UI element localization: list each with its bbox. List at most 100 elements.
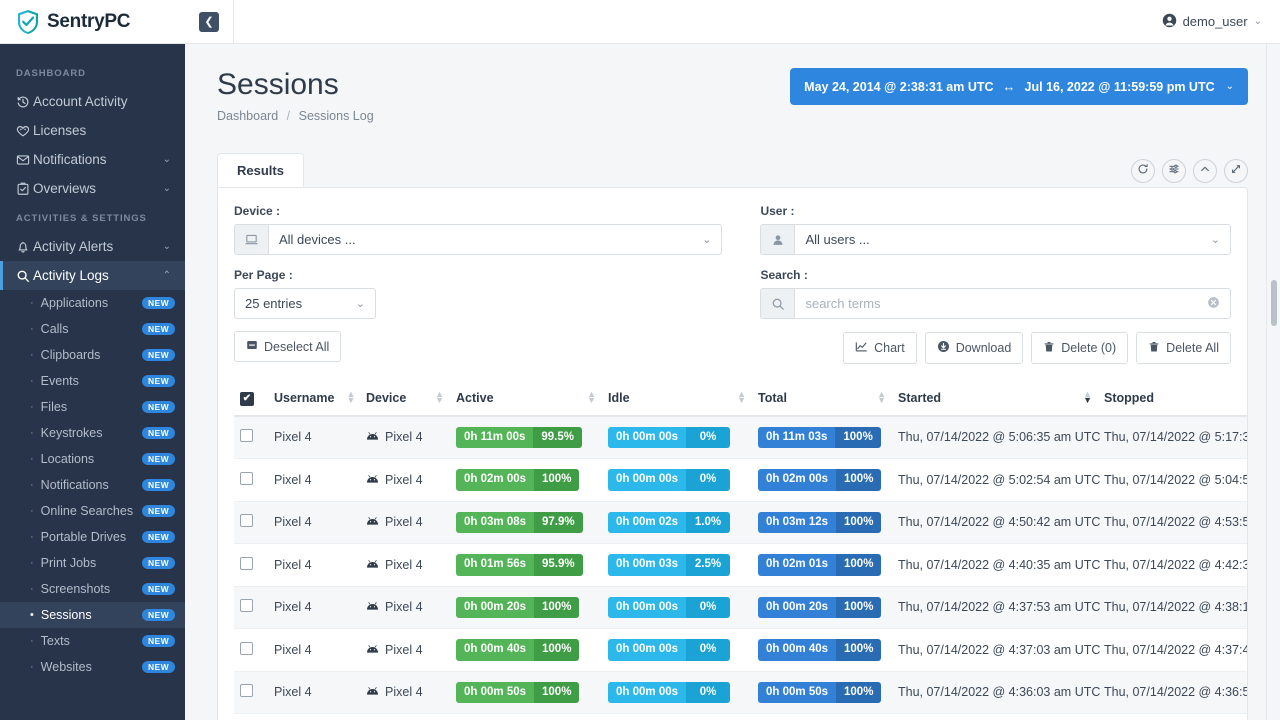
- filter-settings-button[interactable]: [1162, 159, 1186, 183]
- row-checkbox[interactable]: [240, 599, 253, 613]
- total-pill: 0h 00m 20s 100%: [758, 596, 882, 618]
- user-select[interactable]: All users ... ⌄: [794, 224, 1231, 255]
- table-row[interactable]: Pixel 4 Pixel 4 0h 02m 00s 100% 0h 00m 00…: [234, 458, 1247, 502]
- row-checkbox[interactable]: [240, 684, 253, 698]
- brand[interactable]: SentryPC: [0, 0, 185, 44]
- refresh-button[interactable]: [1131, 159, 1155, 183]
- row-checkbox[interactable]: [240, 556, 253, 570]
- scrollbar-thumb[interactable]: [1271, 280, 1277, 326]
- download-button[interactable]: Download: [924, 332, 1024, 364]
- expand-card-button[interactable]: [1224, 159, 1248, 183]
- delete-selected-button[interactable]: Delete (0): [1031, 332, 1129, 364]
- sidebar-subitem-applications[interactable]: · Applications NEW: [0, 290, 185, 316]
- sidebar-subitem-clipboards[interactable]: · Clipboards NEW: [0, 342, 185, 368]
- sidebar-item-activity-logs[interactable]: Activity Logs ⌃: [0, 261, 185, 290]
- bullet-icon: ·: [30, 505, 34, 517]
- idle-time: 0h 00m 02s: [608, 511, 687, 533]
- row-checkbox[interactable]: [240, 514, 253, 528]
- total-time: 0h 02m 00s: [758, 469, 837, 491]
- th-username[interactable]: Username ▲ ▼: [268, 382, 360, 417]
- idle-pct: 0%: [686, 426, 731, 448]
- nav-section-dashboard: DASHBOARD: [16, 68, 86, 79]
- sidebar-item-account-activity[interactable]: Account Activity: [0, 87, 185, 116]
- tab-results[interactable]: Results: [217, 153, 304, 187]
- row-select-cell: [234, 586, 268, 629]
- table-row[interactable]: Pixel 4 Pixel 4 0h 00m 50s 100% 0h 00m 00…: [234, 671, 1247, 714]
- clear-circle-icon[interactable]: [1207, 296, 1220, 312]
- table-row[interactable]: Pixel 4 Pixel 4 0h 00m 10s100% 0h 00m 00…: [234, 713, 1247, 720]
- sidebar-subitem-label: Screenshots: [40, 582, 111, 596]
- sidebar-item-activity-alerts[interactable]: Activity Alerts ⌄: [0, 232, 185, 261]
- cell-device: Pixel 4: [360, 415, 450, 459]
- th-device[interactable]: Device ▲ ▼: [360, 382, 450, 417]
- page-title: Sessions: [217, 68, 339, 101]
- cell-username: Pixel 4: [268, 713, 360, 720]
- main-area: ❮ demo_user ⌄ Sessions Dashboard / Sessi…: [185, 0, 1280, 720]
- device-select-group[interactable]: All devices ... ⌄: [234, 224, 723, 255]
- breadcrumb-root[interactable]: Dashboard: [217, 109, 278, 123]
- user-select-group[interactable]: All users ... ⌄: [760, 224, 1231, 255]
- bullet-icon: ·: [30, 453, 34, 465]
- sidebar-subitem-texts[interactable]: · Texts NEW: [0, 628, 185, 654]
- chart-button[interactable]: Chart: [843, 332, 917, 364]
- table-row[interactable]: Pixel 4 Pixel 4 0h 11m 00s 99.5% 0h 00m 0…: [234, 415, 1247, 459]
- active-time: 0h 02m 00s: [456, 469, 535, 491]
- sidebar-subitem-sessions[interactable]: • Sessions NEW: [0, 602, 185, 628]
- row-checkbox[interactable]: [240, 429, 253, 443]
- sidebar-item-licenses[interactable]: Licenses: [0, 116, 185, 145]
- sidebar-subitem-print-jobs[interactable]: · Print Jobs NEW: [0, 550, 185, 576]
- th-started[interactable]: Started ▲ ▼: [892, 382, 1098, 417]
- total-pct: 100%: [836, 511, 882, 533]
- th-stopped[interactable]: Stopped: [1098, 382, 1247, 417]
- sidebar-subitem-keystrokes[interactable]: · Keystrokes NEW: [0, 420, 185, 446]
- chevron-left-icon: ❮: [204, 16, 214, 28]
- bell-icon: [16, 240, 33, 254]
- th-select-all: ✔: [234, 382, 268, 417]
- cell-username: Pixel 4: [268, 501, 360, 544]
- date-range-picker[interactable]: May 24, 2014 @ 2:38:31 am UTC ↔ Jul 16, …: [790, 68, 1248, 105]
- cell-total: 0h 00m 10s100%: [752, 713, 892, 720]
- sidebar-subitem-websites[interactable]: · Websites NEW: [0, 654, 185, 680]
- select-all-checkbox[interactable]: ✔: [240, 391, 254, 406]
- row-checkbox[interactable]: [240, 471, 253, 485]
- user-field-label: User :: [760, 204, 795, 218]
- table-row[interactable]: Pixel 4 Pixel 4 0h 00m 40s 100% 0h 00m 00…: [234, 628, 1247, 672]
- table-row[interactable]: Pixel 4 Pixel 4 0h 03m 08s 97.9% 0h 00m 0…: [234, 501, 1247, 544]
- total-pill: 0h 00m 40s 100%: [758, 639, 882, 661]
- cell-started: Thu, 07/14/2022 @ 4:36:03 am UTC: [892, 671, 1100, 714]
- user-menu[interactable]: demo_user ⌄: [1162, 13, 1262, 31]
- th-active-label: Active: [456, 390, 494, 405]
- sidebar-subitem-calls[interactable]: · Calls NEW: [0, 316, 185, 342]
- sidebar-item-notifications[interactable]: Notifications ⌄: [0, 145, 185, 174]
- sidebar-subitem-label: Clipboards: [40, 348, 101, 362]
- collapse-card-button[interactable]: [1193, 159, 1217, 183]
- collapse-sidebar-button[interactable]: ❮: [199, 11, 219, 32]
- sidebar-subitem-notifications[interactable]: · Notifications NEW: [0, 472, 185, 498]
- sidebar-item-overviews[interactable]: Overviews ⌄: [0, 174, 185, 203]
- android-icon: [366, 600, 379, 614]
- sidebar-subitem-online-searches[interactable]: · Online Searches NEW: [0, 498, 185, 524]
- delete-all-button[interactable]: Delete All: [1136, 332, 1231, 364]
- sidebar-subitem-files[interactable]: · Files NEW: [0, 394, 185, 420]
- search-group[interactable]: search terms: [760, 288, 1231, 319]
- th-total[interactable]: Total ▲ ▼: [752, 382, 892, 417]
- sidebar-subitem-locations[interactable]: · Locations NEW: [0, 446, 185, 472]
- bullet-icon: ·: [30, 661, 34, 673]
- table-row[interactable]: Pixel 4 Pixel 4 0h 01m 56s 95.9% 0h 00m 0…: [234, 543, 1247, 587]
- per-page-select[interactable]: 25 entries ⌄: [234, 288, 376, 319]
- search-input[interactable]: search terms: [794, 288, 1231, 319]
- page-scrollbar[interactable]: [1266, 44, 1280, 720]
- deselect-all-button[interactable]: Deselect All: [234, 331, 342, 362]
- row-select-cell: [234, 415, 268, 459]
- device-select[interactable]: All devices ... ⌄: [268, 224, 723, 255]
- th-total-label: Total: [758, 390, 787, 405]
- row-checkbox[interactable]: [240, 641, 253, 655]
- sidebar-subitem-screenshots[interactable]: · Screenshots NEW: [0, 576, 185, 602]
- sidebar-subitem-events[interactable]: · Events NEW: [0, 368, 185, 394]
- sidebar-subitem-portable-drives[interactable]: · Portable Drives NEW: [0, 524, 185, 550]
- th-active[interactable]: Active ▲ ▼: [450, 382, 602, 417]
- table-row[interactable]: Pixel 4 Pixel 4 0h 00m 20s 100% 0h 00m 00…: [234, 586, 1247, 629]
- table-body: Pixel 4 Pixel 4 0h 11m 00s 99.5% 0h 00m 0…: [234, 415, 1247, 720]
- th-idle-label: Idle: [608, 390, 630, 405]
- th-idle[interactable]: Idle ▲ ▼: [602, 382, 752, 417]
